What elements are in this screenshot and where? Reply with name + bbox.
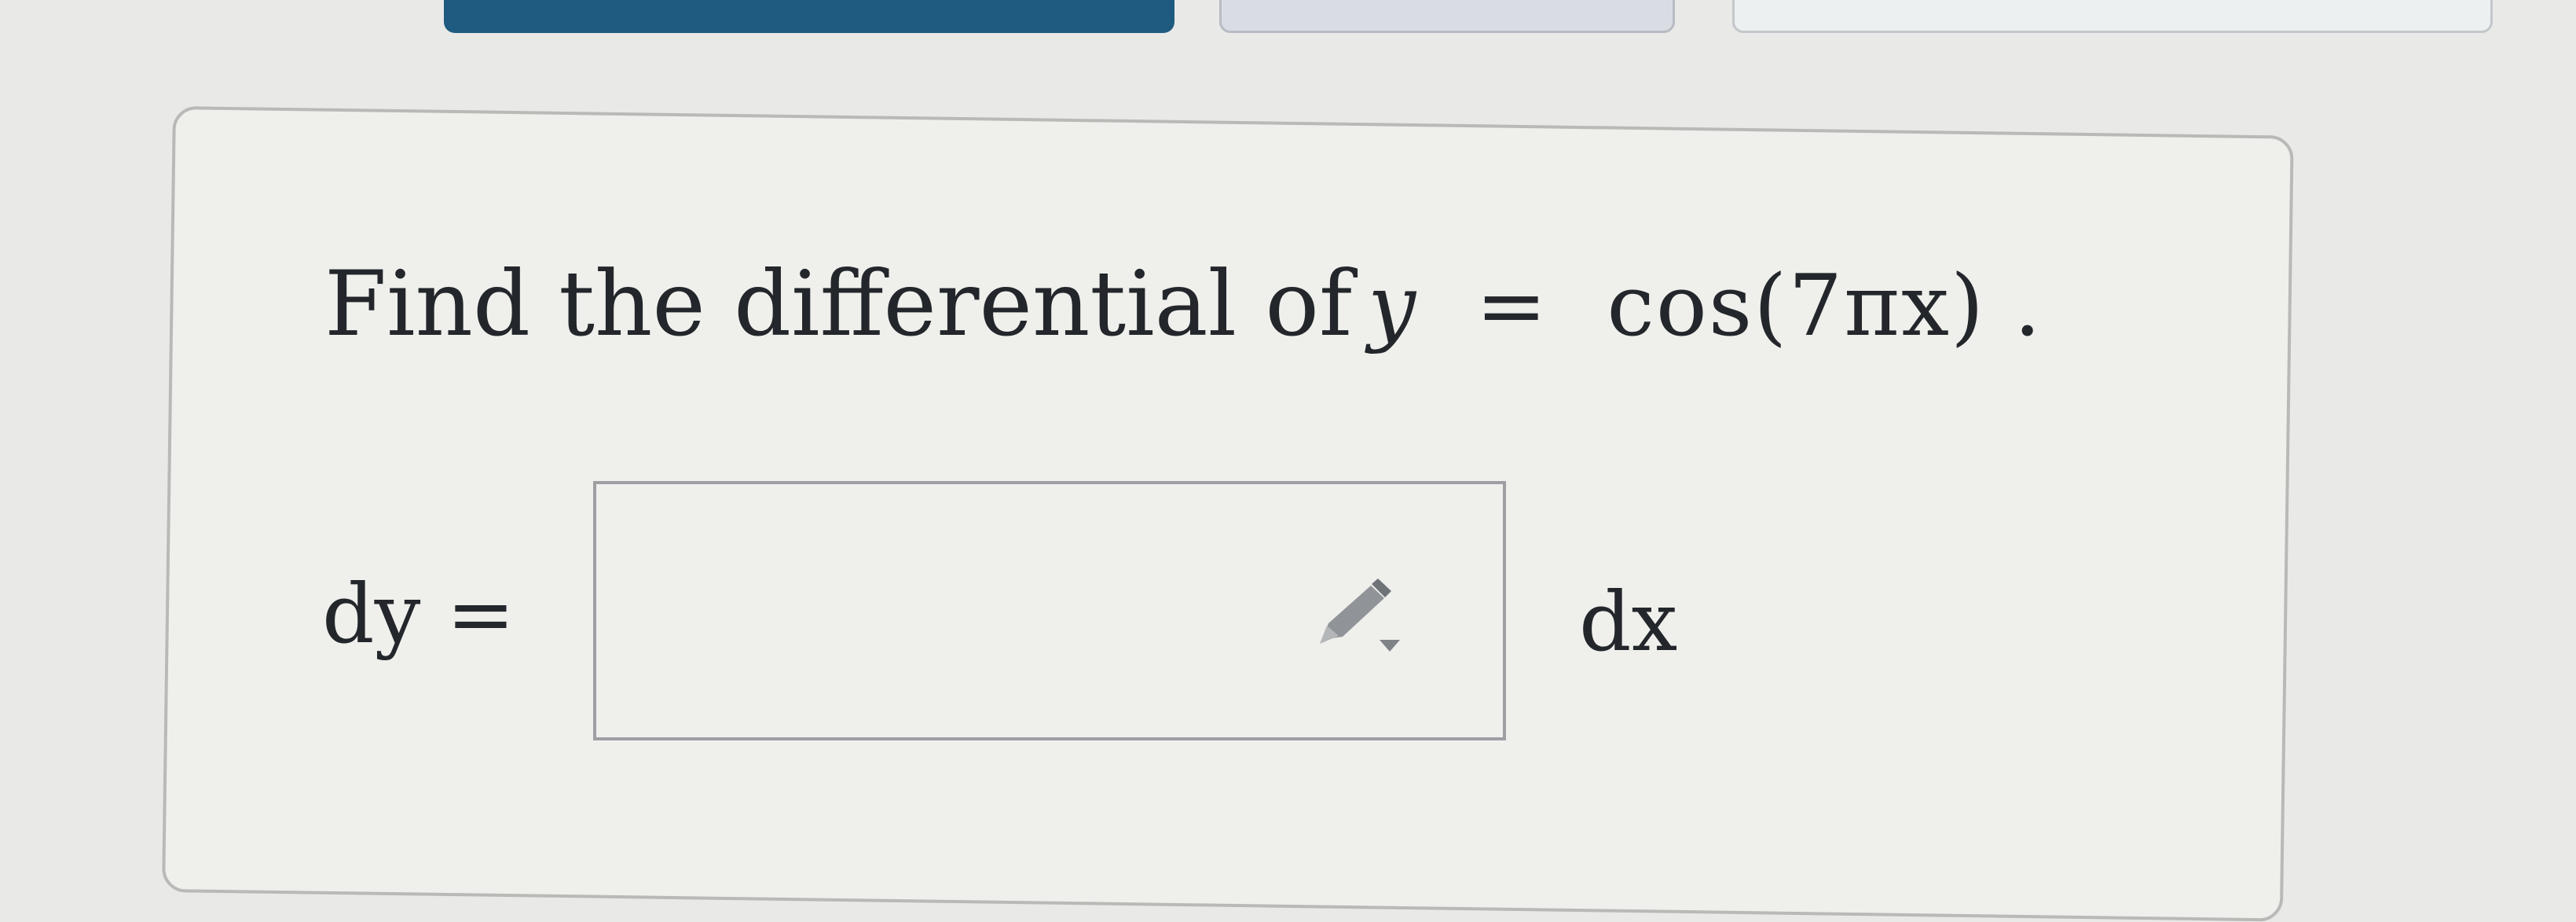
math-period: . xyxy=(2014,257,2043,355)
top-nav-tab-tertiary[interactable] xyxy=(1732,0,2493,33)
math-function: cos(7πx) xyxy=(1607,257,1986,355)
dx-label: dx xyxy=(1579,574,1678,670)
dy-label: dy = xyxy=(322,566,515,662)
question-prompt: Find the differential of y = cos(7πx) . xyxy=(324,259,2043,385)
question-text: Find the differential of xyxy=(324,252,1353,356)
math-operator: = xyxy=(1475,257,1549,355)
top-nav-tab-secondary[interactable] xyxy=(1219,0,1675,33)
math-expression: y = cos(7πx) . xyxy=(1368,264,2043,349)
top-nav-tab-primary[interactable] xyxy=(444,0,1174,33)
pencil-icon[interactable] xyxy=(1312,578,1418,656)
math-variable: y xyxy=(1368,257,1418,355)
